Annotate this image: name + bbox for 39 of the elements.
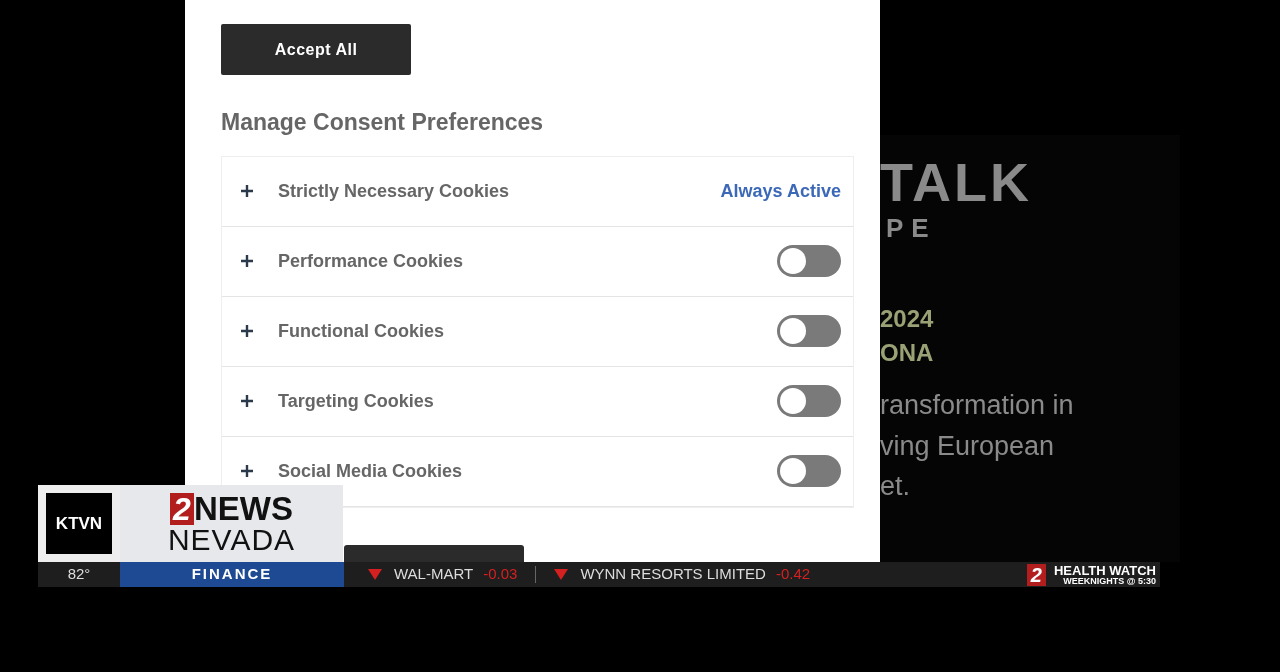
description-text: et. [880, 470, 912, 504]
category-label: Social Media Cookies [278, 459, 464, 483]
description-text: ransformation in [880, 389, 1075, 423]
stock-name: WAL-MART [394, 564, 474, 585]
segment-label: FINANCE [120, 562, 344, 587]
toggle-switch[interactable] [777, 315, 841, 347]
brand-region: NEVADA [167, 525, 296, 555]
logo-text: TALK [880, 155, 1033, 209]
temperature: 82° [66, 564, 92, 585]
category-label: Performance Cookies [278, 249, 465, 273]
down-triangle-icon [368, 569, 382, 580]
always-active-label: Always Active [720, 179, 841, 203]
category-label: Strictly Necessary Cookies [278, 179, 511, 203]
stock-change: -0.03 [483, 564, 518, 585]
event-city: ONA [880, 337, 935, 368]
description-text: ving European [880, 429, 1056, 463]
down-triangle-icon [554, 569, 569, 580]
dialog-heading: Manage Consent Preferences [221, 108, 544, 137]
promo-logo: 2 [1026, 563, 1046, 586]
brand-name: NEWS [193, 492, 293, 525]
event-date: 2024 [880, 304, 935, 334]
plus-icon[interactable] [240, 394, 254, 408]
category-label: Functional Cookies [278, 319, 446, 343]
promo-title: HEALTH WATCH [1053, 563, 1156, 577]
logo-subtitle: PE [886, 212, 938, 245]
station-name: KTVN [46, 493, 112, 554]
plus-icon[interactable] [240, 184, 254, 198]
plus-icon[interactable] [240, 254, 254, 268]
accept-all-button[interactable]: Accept All [221, 24, 411, 75]
brand-number: 2 [170, 492, 194, 525]
category-label: Targeting Cookies [278, 389, 435, 413]
promo-subtitle: WEEKNIGHTS @ 5:30 [1062, 576, 1156, 586]
toggle-switch[interactable] [777, 245, 841, 277]
plus-icon[interactable] [240, 464, 254, 478]
stock-name: WYNN RESORTS LIMITED [580, 564, 766, 585]
stock-change: -0.42 [775, 564, 811, 585]
plus-icon[interactable] [240, 324, 254, 338]
toggle-switch[interactable] [777, 455, 841, 487]
toggle-switch[interactable] [777, 385, 841, 417]
